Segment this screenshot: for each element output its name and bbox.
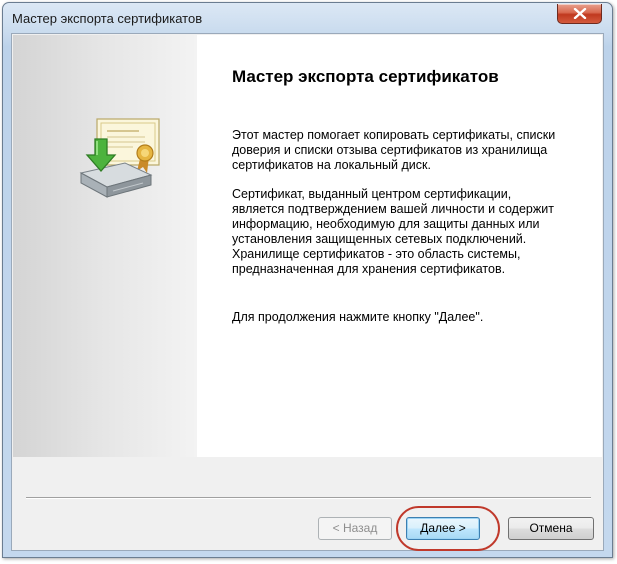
wizard-content: Мастер экспорта сертификатов Этот мастер… [197, 35, 602, 457]
certificate-export-icon [79, 118, 160, 198]
title-bar[interactable]: Мастер экспорта сертификатов [3, 3, 612, 33]
wizard-body: Мастер экспорта сертификатов Этот мастер… [11, 33, 604, 551]
close-icon [573, 8, 587, 19]
description-paragraph-3: Для продолжения нажмите кнопку "Далее". [232, 310, 484, 324]
wizard-window: Мастер экспорта сертификатов Мастер эксп… [2, 2, 613, 558]
description-paragraph-1: Этот мастер помогает копировать сертифик… [232, 128, 556, 172]
next-button[interactable]: Далее > [406, 517, 480, 540]
back-button[interactable]: < Назад [318, 517, 392, 540]
window-title: Мастер экспорта сертификатов [12, 11, 203, 26]
description-paragraph-2: Сертификат, выданный центром сертификаци… [232, 187, 554, 276]
button-separator [26, 497, 591, 499]
page-title: Мастер экспорта сертификатов [232, 67, 499, 86]
cancel-button[interactable]: Отмена [508, 517, 594, 540]
wizard-side-panel [13, 35, 197, 457]
close-button[interactable] [557, 4, 602, 24]
